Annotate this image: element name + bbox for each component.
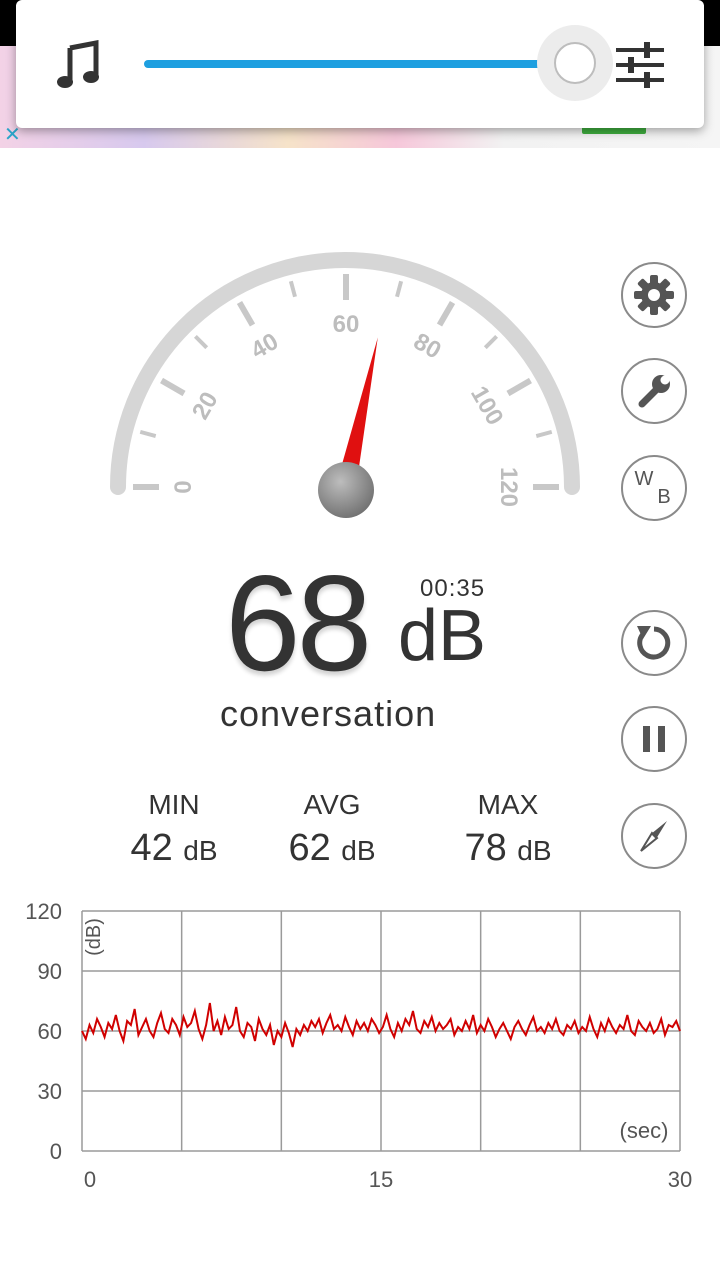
noise-description: conversation — [220, 693, 437, 734]
y-tick-30: 30 — [38, 1079, 62, 1104]
stat-avg-value: 62 — [288, 827, 331, 869]
stat-max-unit: dB — [517, 835, 552, 866]
gauge-label-60: 60 — [333, 311, 360, 338]
stat-avg-unit: dB — [341, 835, 376, 866]
calibrate-button[interactable] — [621, 358, 687, 424]
y-tick-0: 0 — [50, 1139, 62, 1164]
stat-max-label: MAX — [477, 789, 539, 820]
stat-avg-label: AVG — [303, 789, 361, 820]
gauge-tick — [535, 429, 553, 438]
y-axis-label: (dB) — [83, 918, 105, 956]
gauge-label-100: 100 — [465, 382, 508, 430]
decibel-unit: dB — [398, 596, 487, 676]
stat-max: MAX 78 dB — [438, 788, 578, 877]
reset-button[interactable] — [621, 610, 687, 676]
pause-button[interactable] — [621, 706, 687, 772]
gauge-tick — [288, 280, 297, 298]
gauge-tick — [506, 377, 532, 397]
reset-icon — [637, 626, 671, 660]
wb-w-text: W — [635, 468, 654, 490]
settings-gear-icon — [634, 275, 674, 315]
x-tick-0: 0 — [84, 1167, 96, 1192]
sound-meter-gauge: 0 20 40 60 80 100 120 — [110, 252, 580, 518]
wb-b-text: B — [657, 486, 670, 508]
gauge-tick — [139, 429, 157, 438]
white-balance-button[interactable]: W B — [621, 455, 687, 521]
gauge-label-20: 20 — [187, 387, 224, 424]
gauge-tick — [236, 301, 256, 327]
decibel-value: 68 — [225, 547, 372, 699]
gauge-tick — [193, 334, 209, 350]
compass-icon — [640, 821, 667, 852]
y-tick-120: 120 — [25, 899, 62, 924]
gauge-label-120: 120 — [495, 467, 522, 507]
gauge-label-80: 80 — [409, 328, 446, 365]
elapsed-timer: 00:35 — [420, 575, 486, 602]
stat-avg: AVG 62 dB — [262, 788, 402, 877]
x-axis-label: (sec) — [620, 1118, 669, 1143]
stat-min-label: MIN — [148, 789, 200, 820]
gauge-tick — [160, 377, 186, 397]
gauge-tick — [395, 280, 404, 298]
settings-button[interactable] — [621, 262, 687, 328]
gauge-tick — [483, 334, 499, 350]
wb-icon: W B — [635, 468, 671, 508]
pause-icon — [643, 726, 665, 752]
gauge-hub — [318, 462, 374, 518]
compass-button[interactable] — [621, 803, 687, 869]
wrench-icon — [638, 375, 670, 408]
stat-min-value: 42 — [130, 827, 173, 869]
gauge-label-0: 0 — [170, 480, 197, 493]
stat-min: MIN 42 dB — [104, 788, 244, 877]
y-tick-90: 90 — [38, 959, 62, 984]
stat-max-value: 78 — [464, 827, 507, 869]
x-tick-15: 15 — [369, 1167, 393, 1192]
gauge-tick — [436, 301, 456, 327]
x-tick-30: 30 — [668, 1167, 692, 1192]
y-tick-60: 60 — [38, 1019, 62, 1044]
stat-min-unit: dB — [183, 835, 218, 866]
gauge-label-40: 40 — [246, 328, 283, 365]
decibel-history-chart: 120 90 60 30 0 0 15 30 (dB) (sec) — [25, 899, 692, 1192]
